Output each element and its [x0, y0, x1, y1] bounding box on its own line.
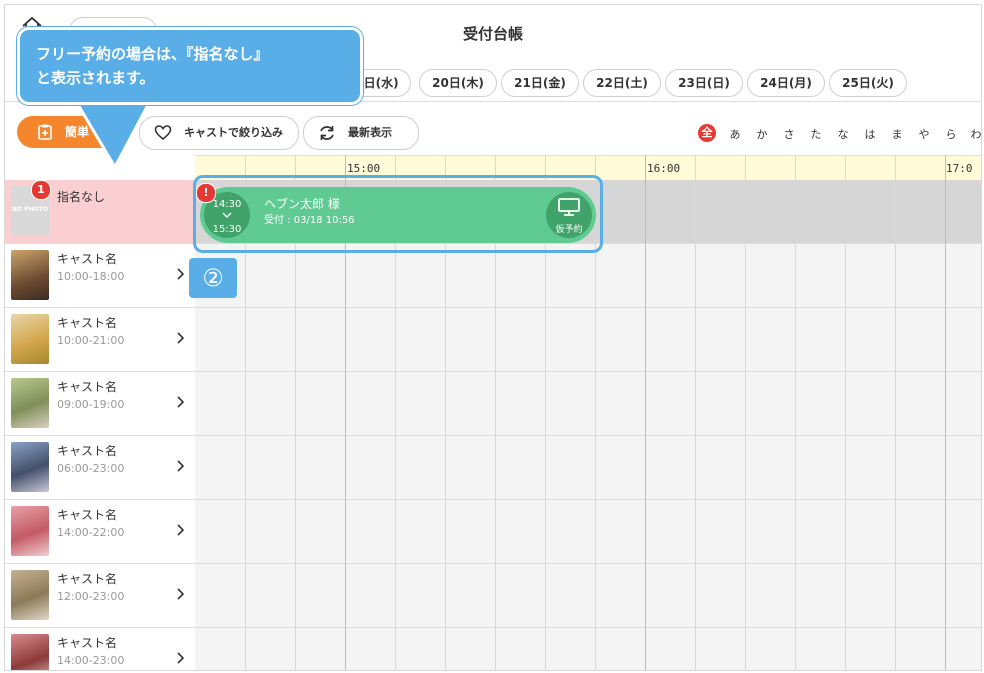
chevron-right-icon[interactable] [175, 524, 187, 536]
refresh-label: 最新表示 [348, 126, 392, 139]
cast-shift-time: 10:00-21:00 [57, 334, 125, 347]
kana-filter-all[interactable]: 全 [698, 124, 716, 142]
cast-name: キャスト名 [57, 252, 118, 266]
cast-shift-time: 14:00-22:00 [57, 526, 125, 539]
kana-filter-ta[interactable]: た [808, 126, 824, 142]
cast-avatar [11, 442, 49, 492]
chevron-right-icon[interactable] [175, 268, 187, 280]
reservation-highlight-frame [193, 175, 603, 253]
schedule-row[interactable] [195, 628, 981, 670]
cast-name: キャスト名 [57, 636, 118, 650]
cast-name: キャスト名 [57, 444, 118, 458]
grid-line [745, 155, 746, 670]
no-photo-text: NO PHOTO [12, 206, 48, 213]
hour-line [645, 155, 646, 670]
pending-count-badge: 1 [31, 180, 51, 200]
grid-line [795, 155, 796, 670]
kana-filter-ra[interactable]: ら [943, 126, 959, 142]
chevron-right-icon[interactable] [175, 588, 187, 600]
kana-filter-ma[interactable]: ま [889, 126, 905, 142]
kana-filter-a[interactable]: あ [727, 126, 743, 142]
time-label-17: 17:0 [946, 162, 973, 175]
grid-line [895, 155, 896, 670]
cast-name: キャスト名 [57, 508, 118, 522]
date-tab-22[interactable]: 22日(土) [583, 69, 661, 97]
hour-line [945, 155, 946, 670]
app-window: 受付台帳 0日(水) 20日(木) 21日(金) 22日(土) 23日(日) 2… [4, 4, 982, 671]
annotation-callout: フリー予約の場合は、『指名なし』 と表示されます。 [17, 27, 363, 105]
cast-row[interactable]: キャスト名 09:00-19:00 [5, 372, 195, 436]
kana-filter-ka[interactable]: か [754, 126, 770, 142]
free-row-label: 指名なし [57, 190, 106, 204]
chevron-right-icon[interactable] [175, 332, 187, 344]
cast-row[interactable]: キャスト名 06:00-23:00 [5, 436, 195, 500]
callout-text-line2: と表示されます。 [36, 69, 155, 87]
cast-row[interactable]: キャスト名 14:00-22:00 [5, 500, 195, 564]
kana-filter-na[interactable]: な [835, 126, 851, 142]
chevron-right-icon[interactable] [175, 652, 187, 664]
cast-avatar [11, 314, 49, 364]
schedule-row[interactable] [195, 372, 981, 436]
step-number-badge: ② [189, 258, 237, 298]
cast-row[interactable]: キャスト名 12:00-23:00 [5, 564, 195, 628]
cast-name: キャスト名 [57, 572, 118, 586]
date-tab-21[interactable]: 21日(金) [501, 69, 579, 97]
cast-name: キャスト名 [57, 316, 118, 330]
cast-shift-time: 12:00-23:00 [57, 590, 125, 603]
callout-pointer [75, 103, 151, 171]
kana-filter-sa[interactable]: さ [781, 126, 797, 142]
cast-avatar [11, 570, 49, 620]
cast-avatar [11, 378, 49, 428]
callout-text-line1: フリー予約の場合は、『指名なし』 [36, 45, 269, 63]
cast-row[interactable]: キャスト名 10:00-21:00 [5, 308, 195, 372]
clipboard-plus-icon [38, 124, 52, 140]
cast-shift-time: 06:00-23:00 [57, 462, 125, 475]
time-label-16: 16:00 [647, 162, 681, 175]
grid-line [695, 155, 696, 670]
refresh-button[interactable]: 最新表示 [303, 116, 419, 150]
cast-filter-label: キャストで絞り込み [184, 126, 283, 139]
cast-avatar [11, 506, 49, 556]
date-tab-23[interactable]: 23日(日) [665, 69, 743, 97]
time-label-15: 15:00 [347, 162, 381, 175]
cast-avatar [11, 634, 49, 670]
cast-shift-time: 14:00-23:00 [57, 654, 125, 667]
schedule-row[interactable] [195, 308, 981, 372]
cast-avatar [11, 250, 49, 300]
cast-filter-button[interactable]: キャストで絞り込み [139, 116, 299, 150]
cast-row[interactable]: キャスト名 14:00-23:00 [5, 628, 195, 670]
date-tab-20-thu[interactable]: 20日(木) [419, 69, 497, 97]
chevron-right-icon[interactable] [175, 460, 187, 472]
schedule-row[interactable] [195, 436, 981, 500]
date-tab-25[interactable]: 25日(火) [829, 69, 907, 97]
schedule-row[interactable] [195, 500, 981, 564]
cast-row-free[interactable]: NO PHOTO 1 指名なし [5, 180, 195, 244]
kana-filter-ha[interactable]: は [862, 126, 878, 142]
cast-name: キャスト名 [57, 380, 118, 394]
kana-filter-wa[interactable]: わ [968, 126, 982, 142]
kana-filter-ya[interactable]: や [916, 126, 932, 142]
cast-shift-time: 10:00-18:00 [57, 270, 125, 283]
cast-shift-time: 09:00-19:00 [57, 398, 125, 411]
schedule-row[interactable] [195, 244, 981, 308]
schedule-row[interactable] [195, 564, 981, 628]
date-tab-24[interactable]: 24日(月) [747, 69, 825, 97]
grid-line [845, 155, 846, 670]
cast-row[interactable]: キャスト名 10:00-18:00 [5, 244, 195, 308]
refresh-icon [320, 126, 334, 140]
heart-icon [154, 125, 172, 141]
chevron-right-icon[interactable] [175, 396, 187, 408]
